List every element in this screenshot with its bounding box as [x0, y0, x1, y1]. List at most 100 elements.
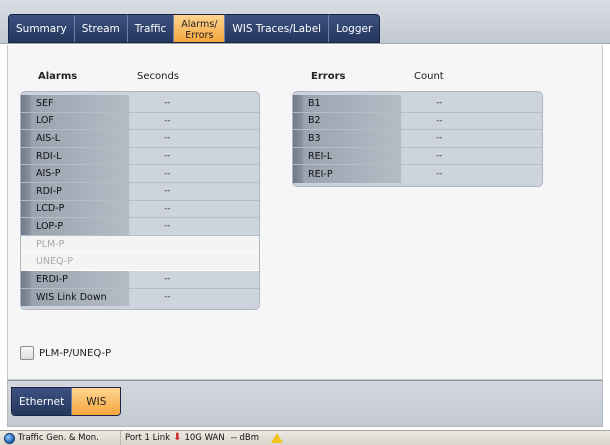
alarm-name: WIS Link Down	[31, 288, 130, 307]
alarm-seconds: --	[130, 165, 259, 182]
alarm-seconds: --	[130, 147, 259, 165]
row-marker	[21, 270, 31, 288]
alarm-name: ERDI-P	[31, 270, 130, 288]
alarm-row-ais-p: AIS-P --	[21, 165, 259, 183]
tab-logger[interactable]: Logger	[329, 15, 380, 42]
alarm-name: PLM-P	[31, 235, 130, 253]
subtab-wis[interactable]: WIS	[72, 388, 121, 415]
tab-stream[interactable]: Stream	[74, 15, 128, 42]
alarms-errors-panel: Alarms Seconds Errors Count SEF -- LOF -- …	[7, 45, 603, 380]
status-port-label: Port 1 Link	[125, 433, 171, 443]
alarm-seconds: --	[130, 95, 259, 112]
sub-tabs: Ethernet WIS	[11, 387, 122, 416]
main-tabs: Summary Stream Traffic Alarms/ Errors WI…	[8, 14, 381, 43]
error-row-rei-p: REI-P --	[293, 165, 542, 183]
error-name: REI-P	[303, 165, 402, 183]
tab-alarms-errors[interactable]: Alarms/ Errors	[174, 15, 226, 42]
row-marker	[21, 288, 31, 307]
alarm-row-plm-p: PLM-P	[21, 235, 259, 254]
alarm-name: RDI-P	[31, 182, 130, 200]
row-marker	[293, 165, 303, 183]
tab-wis-traces-label[interactable]: WIS Traces/Label	[225, 15, 330, 42]
alarm-seconds: --	[130, 200, 259, 218]
error-count: --	[402, 130, 542, 147]
alarm-row-lop-p: LOP-P --	[21, 218, 259, 236]
status-bar: Traffic Gen. & Mon. Port 1 Link ⬇ 10G WA…	[0, 430, 610, 445]
alarm-row-erdi-p: ERDI-P --	[21, 270, 259, 289]
status-app-label: Traffic Gen. & Mon.	[18, 433, 99, 443]
row-marker	[293, 95, 303, 112]
alarm-row-lcd-p: LCD-P --	[21, 200, 259, 219]
error-count: --	[402, 95, 542, 112]
error-name: B2	[303, 112, 402, 130]
plm-uneq-toggle[interactable]: PLM-P/UNEQ-P	[20, 346, 111, 360]
alarm-seconds: --	[130, 182, 259, 200]
error-name: B3	[303, 130, 402, 147]
row-marker	[21, 112, 31, 130]
status-warning[interactable]	[263, 431, 287, 445]
error-row-b3: B3 --	[293, 130, 542, 148]
status-power: -- dBm	[230, 433, 260, 443]
tab-alarms-errors-line1: Alarms/	[181, 18, 218, 30]
status-rate: 10G WAN	[184, 433, 225, 443]
count-header: Count	[414, 71, 444, 82]
alarm-seconds: --	[130, 130, 259, 147]
tab-alarms-errors-line2: Errors	[185, 29, 214, 41]
alarm-seconds: --	[130, 112, 259, 130]
alarm-name: LCD-P	[31, 200, 130, 218]
warning-icon	[271, 433, 284, 443]
alarm-name: LOP-P	[31, 218, 130, 235]
link-down-arrow-icon: ⬇	[173, 432, 182, 443]
alarm-row-sef: SEF --	[21, 95, 259, 113]
row-marker	[293, 147, 303, 165]
alarm-name: LOF	[31, 112, 130, 130]
error-name: B1	[303, 95, 402, 112]
subtab-ethernet[interactable]: Ethernet	[12, 388, 73, 415]
alarm-row-uneq-p: UNEQ-P	[21, 253, 259, 271]
row-marker	[21, 165, 31, 182]
row-marker	[293, 130, 303, 147]
alarm-name: RDI-L	[31, 147, 130, 165]
error-name: REI-L	[303, 147, 402, 165]
error-count: --	[402, 165, 542, 183]
tab-traffic[interactable]: Traffic	[127, 15, 175, 42]
error-count: --	[402, 112, 542, 130]
alarm-seconds: --	[130, 218, 259, 235]
row-marker	[21, 130, 31, 147]
alarm-seconds	[130, 253, 259, 270]
status-port[interactable]: Port 1 Link ⬇ 10G WAN -- dBm	[121, 431, 263, 445]
alarm-seconds: --	[130, 288, 259, 307]
errors-table: B1 -- B2 -- B3 -- REI-L -- REI-P --	[292, 91, 543, 187]
error-count: --	[402, 147, 542, 165]
seconds-header: Seconds	[137, 71, 180, 82]
tab-summary[interactable]: Summary	[9, 15, 75, 42]
alarm-name: UNEQ-P	[31, 253, 130, 270]
plm-uneq-label: PLM-P/UNEQ-P	[39, 347, 112, 359]
status-app[interactable]: Traffic Gen. & Mon.	[0, 431, 121, 445]
alarms-table: SEF -- LOF -- AIS-L -- RDI-L -- AIS-P -- RDI-…	[20, 91, 260, 311]
alarm-row-lof: LOF --	[21, 112, 259, 131]
plm-uneq-checkbox[interactable]	[20, 346, 34, 360]
row-marker	[21, 218, 31, 235]
sub-tab-bar: Ethernet WIS	[7, 380, 603, 427]
row-marker	[21, 182, 31, 200]
error-row-b1: B1 --	[293, 95, 542, 113]
alarm-name: AIS-L	[31, 130, 130, 147]
alarm-seconds: --	[130, 270, 259, 288]
row-marker	[21, 147, 31, 165]
alarm-row-wis-link-down: WIS Link Down --	[21, 288, 259, 307]
row-marker	[21, 253, 31, 270]
alarm-row-ais-l: AIS-L --	[21, 130, 259, 148]
alarm-name: SEF	[31, 95, 130, 112]
row-marker	[21, 235, 31, 253]
row-marker	[293, 112, 303, 130]
row-marker	[21, 200, 31, 218]
error-row-b2: B2 --	[293, 112, 542, 131]
error-row-rei-l: REI-L --	[293, 147, 542, 166]
alarm-name: AIS-P	[31, 165, 130, 182]
row-marker	[21, 95, 31, 112]
alarm-row-rdi-l: RDI-L --	[21, 147, 259, 166]
alarm-seconds	[130, 235, 259, 253]
alarm-row-rdi-p: RDI-P --	[21, 182, 259, 201]
top-tab-bar: Summary Stream Traffic Alarms/ Errors WI…	[0, 0, 610, 44]
